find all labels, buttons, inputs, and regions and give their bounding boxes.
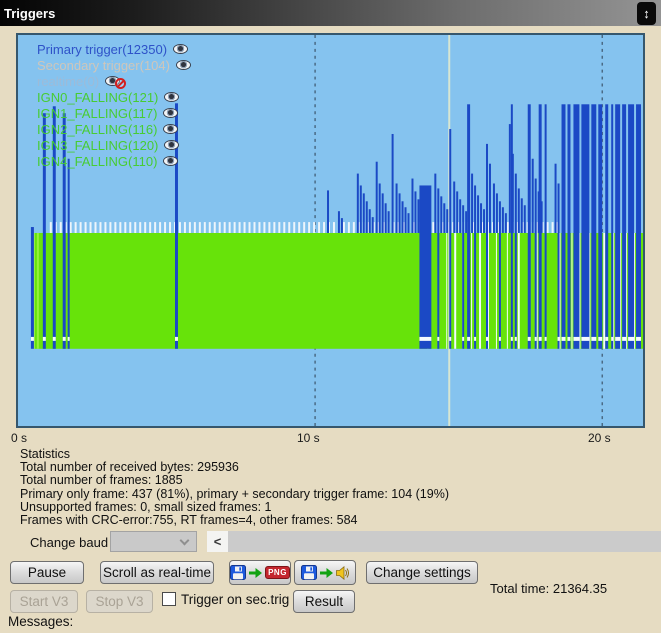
baud-rate-dropdown[interactable]: [110, 531, 197, 552]
x-axis-tick-label: 0 s: [11, 431, 27, 445]
legend-label: realtime(0): [37, 74, 99, 89]
title-bar: Triggers: [0, 0, 661, 26]
pause-button[interactable]: Pause: [10, 561, 84, 584]
legend-label: IGN4_FALLING(110): [37, 154, 157, 169]
legend-item: IGN0_FALLING(121): [37, 89, 191, 105]
chevron-down-icon: [180, 536, 190, 546]
scroll-left-button[interactable]: <: [207, 531, 228, 552]
eye-icon[interactable]: [163, 108, 178, 118]
trigger-on-sectrig-label: Trigger on sec.trig: [181, 592, 289, 607]
scroll-as-realtime-button[interactable]: Scroll as real-time: [100, 561, 214, 584]
scrollbar-track[interactable]: [228, 531, 661, 552]
legend-item: Secondary trigger(104): [37, 57, 191, 73]
save-as-png-button[interactable]: PNG: [229, 560, 291, 585]
legend-label: IGN1_FALLING(117): [37, 106, 157, 121]
x-axis-tick-label: 20 s: [588, 431, 611, 445]
statistics-line: Total number of frames: 1885: [20, 474, 449, 487]
resize-handle-icon[interactable]: ↕: [637, 2, 656, 25]
legend-item: IGN2_FALLING(116): [37, 121, 191, 137]
eye-icon[interactable]: [164, 92, 179, 102]
legend-item: Primary trigger(12350): [37, 41, 191, 57]
legend-label: IGN0_FALLING(121): [37, 90, 158, 105]
statistics-block: StatisticsTotal number of received bytes…: [20, 448, 449, 527]
change-settings-button[interactable]: Change settings: [366, 561, 478, 584]
eye-icon[interactable]: [176, 60, 191, 70]
eye-icon[interactable]: [163, 156, 178, 166]
messages-label: Messages:: [8, 614, 73, 629]
eye-icon[interactable]: [163, 124, 178, 134]
floppy-disk-icon: [301, 565, 317, 580]
legend-item: IGN4_FALLING(110): [37, 153, 191, 169]
eye-icon[interactable]: [164, 140, 179, 150]
window-title: Triggers: [0, 6, 55, 21]
statistics-line: Frames with CRC-error:755, RT frames=4, …: [20, 514, 449, 527]
legend-label: IGN3_FALLING(120): [37, 138, 158, 153]
floppy-disk-icon: [230, 565, 246, 580]
png-badge: PNG: [265, 566, 290, 579]
legend-label: Primary trigger(12350): [37, 42, 167, 57]
stop-v3-button[interactable]: Stop V3: [86, 590, 153, 613]
legend-label: Secondary trigger(104): [37, 58, 170, 73]
legend-label: IGN2_FALLING(116): [37, 122, 157, 137]
speaker-icon: [336, 566, 349, 580]
chart-legend: Primary trigger(12350)Secondary trigger(…: [37, 41, 191, 169]
x-axis-tick-label: 10 s: [297, 431, 320, 445]
eye-disabled-icon[interactable]: [105, 76, 120, 86]
prohibited-icon: [115, 78, 126, 89]
result-button[interactable]: Result: [293, 590, 355, 613]
eye-icon[interactable]: [173, 44, 188, 54]
legend-item: IGN3_FALLING(120): [37, 137, 191, 153]
save-as-audio-button[interactable]: [294, 560, 356, 585]
start-v3-button[interactable]: Start V3: [10, 590, 78, 613]
statistics-line: Primary only frame: 437 (81%), primary +…: [20, 488, 449, 501]
total-time-label: Total time: 21364.35: [490, 581, 607, 596]
arrow-right-icon: [320, 567, 333, 579]
legend-item: realtime(0): [37, 73, 191, 89]
horizontal-scrollbar[interactable]: <: [207, 531, 661, 552]
trigger-on-sectrig-checkbox[interactable]: [162, 592, 176, 606]
legend-item: IGN1_FALLING(117): [37, 105, 191, 121]
trigger-chart[interactable]: Primary trigger(12350)Secondary trigger(…: [16, 33, 645, 428]
arrow-right-icon: [249, 567, 262, 579]
